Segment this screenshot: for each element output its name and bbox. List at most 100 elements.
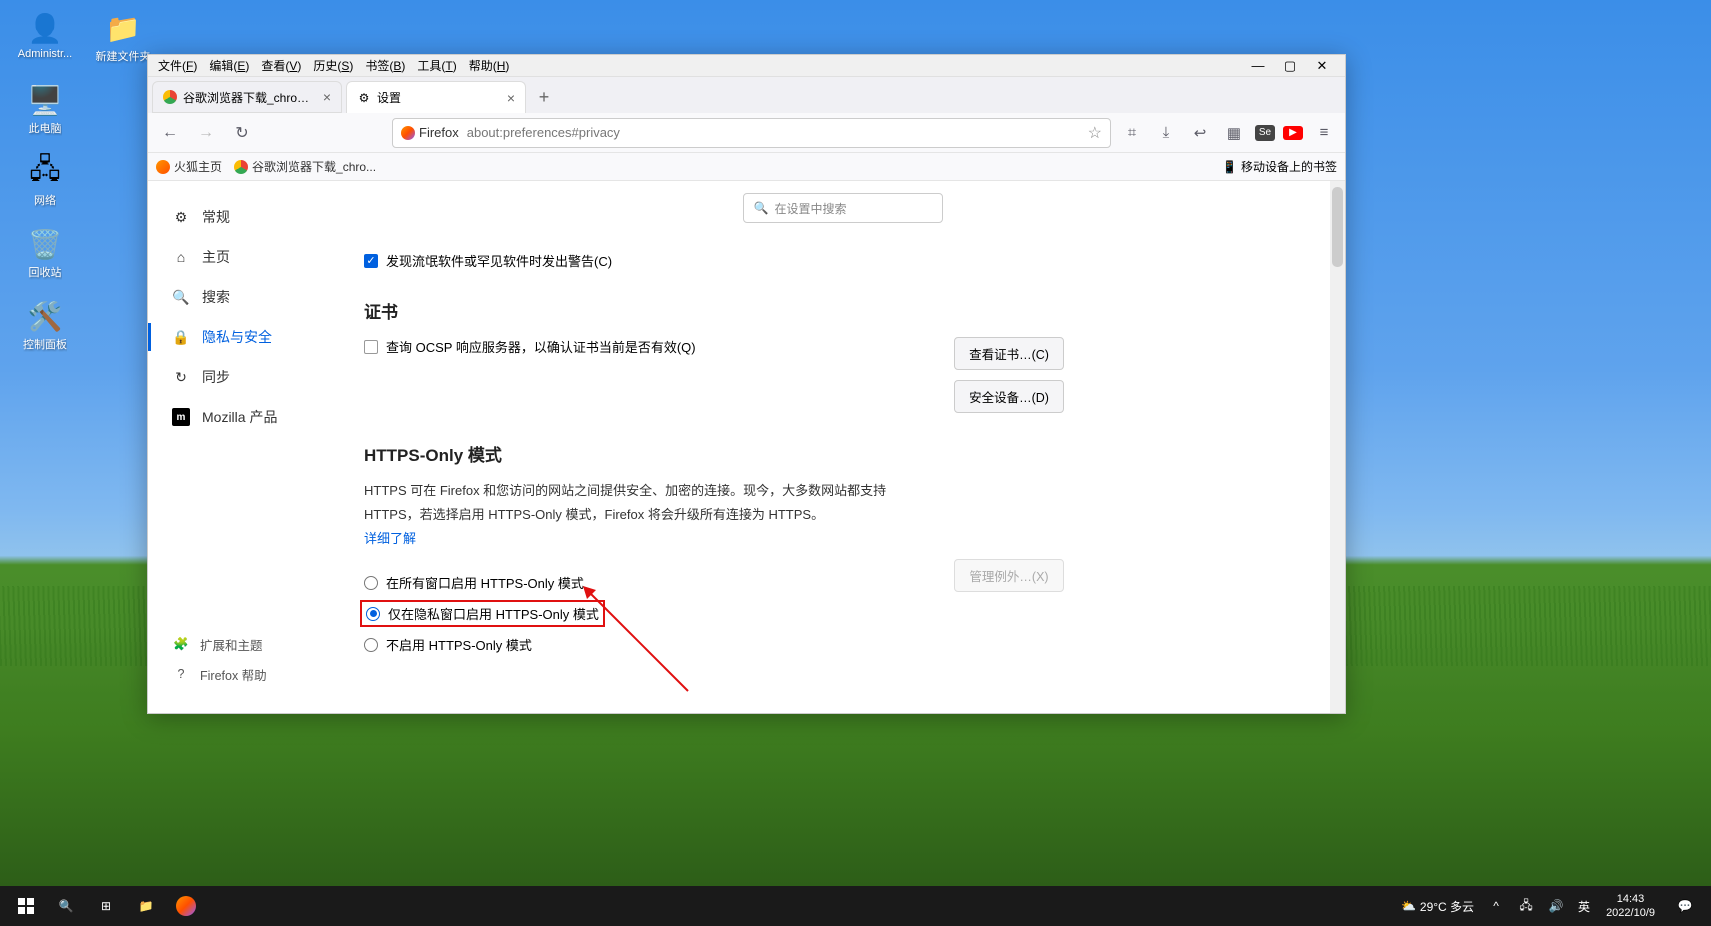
gear-icon: ⚙ <box>357 91 371 105</box>
learn-more-link[interactable]: 详细了解 <box>364 528 1064 547</box>
sidebar-item-home[interactable]: ⌂ 主页 <box>148 237 348 277</box>
sidebar-item-privacy[interactable]: 🔒 隐私与安全 <box>148 317 348 357</box>
sidebar-item-search[interactable]: 🔍 搜索 <box>148 277 348 317</box>
desktop-icon-admin[interactable]: 👤 Administr... <box>10 10 80 64</box>
settings-sidebar: ⚙ 常规 ⌂ 主页 🔍 搜索 🔒 隐私与安全 ↻ 同步 <box>148 181 348 713</box>
bookmark-item-firefox-home[interactable]: 火狐主页 <box>156 158 222 175</box>
forward-button[interactable]: → <box>192 119 220 147</box>
sidebar-item-extensions[interactable]: 🧩 扩展和主题 <box>148 629 348 659</box>
view-certificates-button[interactable]: 查看证书…(C) <box>954 337 1064 370</box>
radio-label: 在所有窗口启用 HTTPS-Only 模式 <box>386 573 584 592</box>
desktop-icon-label: 回收站 <box>29 264 62 280</box>
radio-https-disabled[interactable]: 不启用 HTTPS-Only 模式 <box>364 635 938 654</box>
annotation-highlight: 仅在隐私窗口启用 HTTPS-Only 模式 <box>360 600 605 627</box>
chrome-icon <box>163 90 177 104</box>
menu-tools[interactable]: 工具(T) <box>411 55 462 76</box>
scroll-thumb[interactable] <box>1332 187 1343 267</box>
taskbar-search-button[interactable]: 🔍 <box>46 886 86 926</box>
settings-content: 🔍 在设置中搜索 ✓ 发现流氓软件或罕见软件时发出警告(C) 证书 查询 OCS… <box>348 181 1345 713</box>
tab-chrome-download[interactable]: 谷歌浏览器下载_chrome浏览器 × <box>152 81 342 113</box>
radio-https-private-only[interactable]: 仅在隐私窗口启用 HTTPS-Only 模式 <box>364 602 938 625</box>
reply-icon[interactable]: ↩ <box>1187 120 1213 146</box>
radio-https-all-windows[interactable]: 在所有窗口启用 HTTPS-Only 模式 <box>364 573 938 592</box>
maximize-button[interactable]: ▢ <box>1283 59 1297 73</box>
menu-edit[interactable]: 编辑(E) <box>203 55 255 76</box>
desktop-icon-control[interactable]: 🛠️ 控制面板 <box>10 298 80 352</box>
close-window-button[interactable]: ✕ <box>1315 59 1329 73</box>
firefox-window: 文件(F) 编辑(E) 查看(V) 历史(S) 书签(B) 工具(T) 帮助(H… <box>147 54 1346 714</box>
tab-close-button[interactable]: × <box>507 90 515 106</box>
menu-file[interactable]: 文件(F) <box>152 55 203 76</box>
qr-code-icon[interactable]: ⌗ <box>1119 120 1145 146</box>
taskbar-explorer[interactable]: 📁 <box>126 886 166 926</box>
manage-exceptions-button[interactable]: 管理例外…(X) <box>954 559 1064 592</box>
new-tab-button[interactable]: + <box>530 83 558 111</box>
firefox-icon <box>156 160 170 174</box>
weather-text: 29°C 多云 <box>1420 898 1474 915</box>
menu-bar: 文件(F) 编辑(E) 查看(V) 历史(S) 书签(B) 工具(T) 帮助(H… <box>148 55 1345 77</box>
clock-date: 2022/10/9 <box>1606 906 1655 920</box>
menu-history[interactable]: 历史(S) <box>307 55 359 76</box>
checkbox-ocsp[interactable]: 查询 OCSP 响应服务器，以确认证书当前是否有效(Q) <box>364 337 938 356</box>
desktop-icon-label: Administr... <box>18 48 72 60</box>
tab-label: 谷歌浏览器下载_chrome浏览器 <box>183 89 317 106</box>
weather-icon: ⛅ <box>1401 899 1416 913</box>
tab-settings[interactable]: ⚙ 设置 × <box>346 81 526 113</box>
sidebar-item-mozilla[interactable]: m Mozilla 产品 <box>148 397 348 437</box>
network-icon: 🖧 <box>27 154 63 190</box>
sidebar-item-sync[interactable]: ↻ 同步 <box>148 357 348 397</box>
security-devices-button[interactable]: 安全设备…(D) <box>954 380 1064 413</box>
tray-network-icon[interactable]: 🖧 <box>1512 886 1540 926</box>
sidebar-item-help[interactable]: ? Firefox 帮助 <box>148 659 348 689</box>
user-icon: 👤 <box>27 10 63 46</box>
start-button[interactable] <box>6 886 46 926</box>
tray-chevron-icon[interactable]: ^ <box>1482 886 1510 926</box>
menu-help[interactable]: 帮助(H) <box>463 55 516 76</box>
desktop-icon-network[interactable]: 🖧 网络 <box>10 154 80 208</box>
nav-bar: ← → ↻ Firefox about:preferences#privacy … <box>148 113 1345 153</box>
notification-button[interactable]: 💬 <box>1665 886 1705 926</box>
sidebar-item-label: 扩展和主题 <box>200 635 263 654</box>
settings-search-input[interactable]: 🔍 在设置中搜索 <box>743 193 943 223</box>
tab-label: 设置 <box>377 89 501 106</box>
mozilla-icon: m <box>172 408 190 426</box>
menu-bookmarks[interactable]: 书签(B) <box>359 55 411 76</box>
scrollbar[interactable] <box>1330 181 1345 713</box>
tray-volume-icon[interactable]: 🔊 <box>1542 886 1570 926</box>
puzzle-icon: 🧩 <box>172 635 190 653</box>
taskbar-clock[interactable]: 14:43 2022/10/9 <box>1598 892 1663 921</box>
tab-close-button[interactable]: × <box>323 89 331 105</box>
grid-icon[interactable]: ▦ <box>1221 120 1247 146</box>
ime-indicator[interactable]: 英 <box>1572 898 1596 915</box>
desktop-icon-thispc[interactable]: 🖥️ 此电脑 <box>10 82 80 136</box>
bookmark-item-chrome[interactable]: 谷歌浏览器下载_chro... <box>234 158 376 175</box>
folder-icon: 📁 <box>105 10 141 46</box>
sidebar-item-label: 常规 <box>202 207 230 227</box>
desktop-icon-recycle[interactable]: 🗑️ 回收站 <box>10 226 80 280</box>
app-menu-button[interactable]: ≡ <box>1311 120 1337 146</box>
se-icon[interactable]: Se <box>1255 125 1275 141</box>
site-identity[interactable]: Firefox <box>401 125 459 140</box>
checkbox-unchecked-icon <box>364 340 378 354</box>
pocket-icon[interactable]: ⤓ <box>1153 120 1179 146</box>
menu-view[interactable]: 查看(V) <box>255 55 307 76</box>
bookmark-mobile[interactable]: 📱 移动设备上的书签 <box>1222 158 1337 175</box>
radio-label: 不启用 HTTPS-Only 模式 <box>386 635 532 654</box>
radio-unselected-icon <box>364 638 378 652</box>
youtube-icon[interactable]: ▶ <box>1283 126 1303 140</box>
taskbar-firefox[interactable] <box>166 886 206 926</box>
reload-button[interactable]: ↻ <box>228 119 256 147</box>
sidebar-item-label: Firefox 帮助 <box>200 665 267 684</box>
home-icon: ⌂ <box>172 248 190 266</box>
task-view-button[interactable]: ⊞ <box>86 886 126 926</box>
address-bar[interactable]: Firefox about:preferences#privacy ☆ <box>392 118 1111 148</box>
taskbar-weather[interactable]: ⛅ 29°C 多云 <box>1395 898 1480 915</box>
minimize-button[interactable]: — <box>1251 59 1265 73</box>
desktop-icon-label: 网络 <box>34 192 56 208</box>
help-icon: ? <box>172 665 190 683</box>
bookmark-star-icon[interactable]: ☆ <box>1088 123 1102 143</box>
back-button[interactable]: ← <box>156 119 184 147</box>
checkbox-warn-software[interactable]: ✓ 发现流氓软件或罕见软件时发出警告(C) <box>364 251 1064 270</box>
bookmark-label: 火狐主页 <box>174 158 222 175</box>
sidebar-item-general[interactable]: ⚙ 常规 <box>148 197 348 237</box>
